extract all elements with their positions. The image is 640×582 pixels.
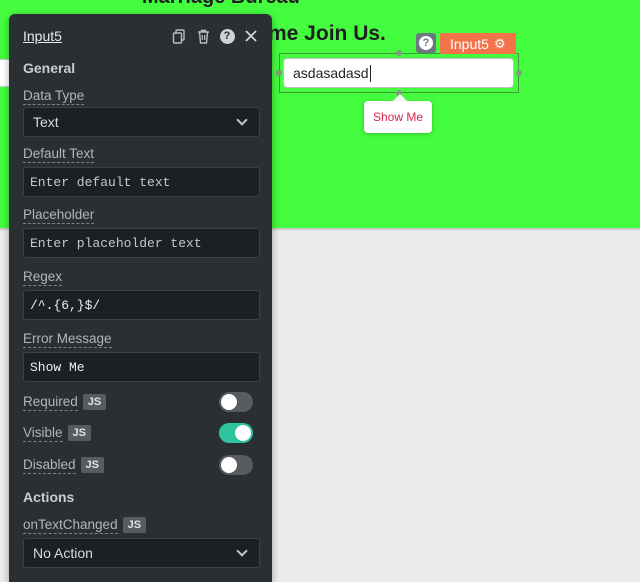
disabled-js-button[interactable]: JS	[80, 457, 104, 473]
required-toggle[interactable]	[219, 392, 253, 412]
question-icon: ?	[419, 36, 433, 50]
pane-header: Input5 ?	[23, 26, 263, 46]
disabled-label: Disabled	[23, 456, 76, 474]
required-js-button[interactable]: JS	[82, 394, 107, 410]
trash-icon[interactable]	[191, 26, 215, 46]
required-label: Required	[23, 393, 78, 411]
widget-name-title[interactable]: Input5	[23, 28, 167, 44]
section-actions: Actions	[23, 489, 75, 505]
text-caret	[369, 64, 371, 82]
data-type-value: Text	[33, 114, 59, 130]
visible-label: Visible	[23, 424, 63, 442]
visible-js-button[interactable]: JS	[67, 425, 91, 441]
error-tooltip: Show Me	[364, 101, 432, 133]
data-type-dropdown[interactable]: Text	[23, 107, 260, 137]
on-text-changed-row: onTextChanged JS	[23, 514, 253, 536]
data-type-label: Data Type	[23, 88, 85, 105]
error-message-label: Error Message	[23, 331, 112, 348]
placeholder-input[interactable]: Enter placeholder text	[23, 228, 260, 258]
close-icon[interactable]	[239, 26, 263, 46]
default-text-input[interactable]: Enter default text	[23, 167, 260, 197]
error-message-input[interactable]: Show Me	[23, 352, 260, 382]
gear-icon[interactable]: ⚙	[494, 36, 506, 52]
widget-name-tag[interactable]: Input5 ⚙	[440, 33, 516, 54]
disabled-row: Disabled JS	[23, 454, 253, 476]
regex-label: Regex	[23, 269, 63, 286]
copy-icon[interactable]	[167, 26, 191, 46]
visible-toggle[interactable]	[219, 423, 253, 443]
placeholder-label: Placeholder	[23, 207, 95, 224]
resize-handle-right[interactable]	[516, 70, 522, 76]
section-general: General	[23, 60, 76, 76]
required-row: Required JS	[23, 391, 253, 413]
disabled-toggle[interactable]	[219, 455, 253, 475]
on-text-changed-value: No Action	[33, 545, 93, 561]
help-icon[interactable]: ?	[215, 26, 239, 46]
on-text-changed-label: onTextChanged	[23, 516, 118, 534]
widget-help-button[interactable]: ?	[416, 33, 436, 53]
property-pane: Input5 ? General Data Type Text Default …	[9, 14, 272, 582]
canvas-heading: Marriage Bureau	[142, 0, 300, 9]
resize-handle-left[interactable]	[276, 70, 282, 76]
resize-handle-top[interactable]	[396, 50, 402, 56]
regex-input[interactable]: /^.{6,}$/	[23, 290, 260, 320]
on-text-changed-dropdown[interactable]: No Action	[23, 538, 260, 568]
visible-row: Visible JS	[23, 422, 253, 444]
on-text-changed-js-button[interactable]: JS	[122, 517, 147, 533]
widget-name-label: Input5	[450, 35, 489, 52]
default-text-label: Default Text	[23, 146, 95, 163]
canvas-subheading: me Join Us.	[268, 22, 386, 45]
tooltip-arrow	[393, 94, 407, 101]
canvas-input-value: asdasadasd	[293, 65, 369, 81]
chevron-down-icon	[236, 545, 248, 557]
chevron-down-icon	[236, 114, 248, 126]
canvas-text-input[interactable]: asdasadasd	[283, 58, 514, 88]
